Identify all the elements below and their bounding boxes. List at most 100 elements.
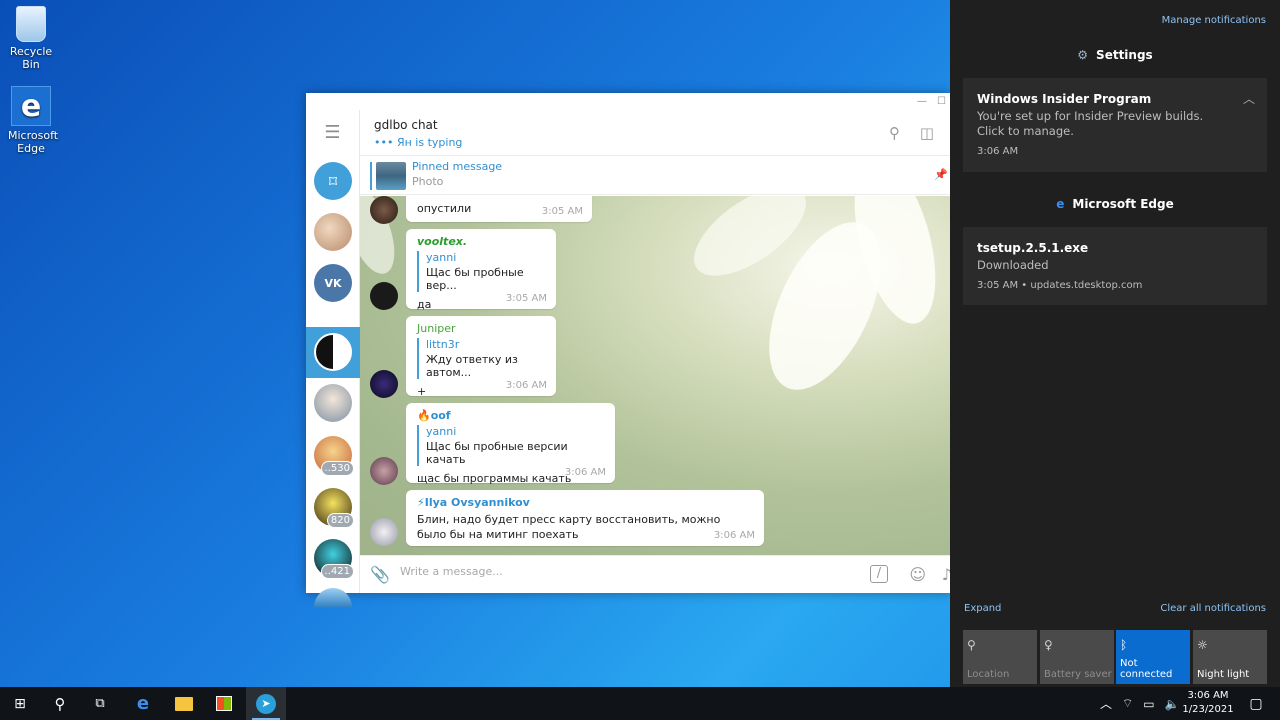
desktop-icon-recycle-bin[interactable]: Recycle Bin	[0, 6, 62, 71]
hamburger-menu-icon[interactable]: ☰	[306, 110, 359, 154]
notification-card[interactable]: Windows Insider Program You're set up fo…	[963, 78, 1267, 172]
saved-messages-avatar[interactable]: ⌑	[314, 162, 352, 200]
store-bag-icon	[216, 696, 232, 711]
desktop-icon-microsoft-edge[interactable]: e Microsoft Edge	[0, 86, 62, 155]
sender-avatar[interactable]	[370, 196, 398, 224]
chat-title: gdlbo chat	[374, 118, 438, 132]
chat-avatar[interactable]	[314, 588, 352, 608]
chat-avatar[interactable]	[314, 384, 352, 422]
reply-quote[interactable]: yanni Щас бы пробные вер...	[417, 251, 545, 292]
taskbar-edge[interactable]: e	[123, 687, 163, 720]
notification-group-edge[interactable]: e Microsoft Edge	[950, 197, 1280, 211]
chat-avatar[interactable]: 820	[314, 488, 354, 528]
notification-time: 3:06 AM	[977, 146, 1019, 157]
notification-group-settings[interactable]: ⚙ Settings	[950, 48, 1280, 62]
quick-action-location[interactable]: ⚲ Location	[963, 630, 1037, 684]
search-icon: ⚲	[54, 694, 66, 713]
maximize-icon[interactable]: ☐	[937, 96, 946, 107]
quick-action-night-light[interactable]: ☼ Night light	[1193, 630, 1267, 684]
show-hidden-icons-chevron-icon[interactable]: ︿	[1100, 695, 1112, 712]
reply-author: littn3r	[426, 338, 460, 351]
taskbar-telegram[interactable]: ➤	[246, 687, 286, 720]
sender-avatar[interactable]	[370, 457, 398, 485]
sender-avatar[interactable]	[370, 282, 398, 310]
reply-quote[interactable]: yanni Щас бы пробные версии качать	[417, 425, 604, 466]
quick-action-bluetooth[interactable]: ᛒ Not connected	[1116, 630, 1190, 684]
message-bubble[interactable]: 🔥oof yanni Щас бы пробные версии качать …	[406, 403, 615, 485]
emoji-icon[interactable]: ☺	[909, 565, 926, 584]
clock-time: 3:06 AM	[1187, 690, 1229, 701]
commands-icon[interactable]: /	[870, 565, 888, 583]
message-time: 3:05 AM	[505, 293, 547, 304]
clear-all-notifications-link[interactable]: Clear all notifications	[1160, 603, 1266, 614]
message-bubble[interactable]: vooltex. yanni Щас бы пробные вер... да …	[406, 229, 556, 311]
taskbar-store[interactable]	[204, 687, 244, 720]
manage-notifications-link[interactable]: Manage notifications	[1162, 15, 1266, 26]
bookmark-icon: ⌑	[328, 171, 338, 191]
window-titlebar: — ☐	[306, 93, 950, 110]
taskbar: ⊞ ⚲ ⧉ e ➤ ︿ ⌔ ▭ 🔈 3:06 AM 1/23/2021 ▢	[0, 687, 1280, 720]
message-sender[interactable]: 🔥oof	[417, 409, 604, 422]
message-bubble[interactable]: опустили 3:05 AM	[406, 196, 592, 222]
notification-card[interactable]: tsetup.2.5.1.exe Downloaded 3:05 AM • up…	[963, 227, 1267, 305]
chat-avatar[interactable]: ..421	[314, 539, 354, 579]
message-bubble[interactable]: ⚡Ilya Ovsyannikov Блин, надо будет пресс…	[406, 490, 764, 546]
system-tray: ︿ ⌔ ▭ 🔈	[1100, 687, 1180, 720]
search-icon[interactable]: ⚲	[889, 124, 900, 142]
action-center-panel: Manage notifications ⚙ Settings Windows I…	[950, 0, 1280, 687]
sidebar-toggle-icon[interactable]: ◫	[920, 124, 934, 142]
pin-icon[interactable]: 📌	[934, 168, 948, 181]
chat-avatar[interactable]: VK	[314, 264, 352, 302]
reply-quote[interactable]: littn3r Жду ответку из автом...	[417, 338, 545, 379]
group-title: Microsoft Edge	[1072, 197, 1174, 211]
volume-icon[interactable]: 🔈	[1165, 697, 1180, 711]
attach-icon[interactable]: 📎	[370, 565, 390, 584]
pinned-message-bar[interactable]: Pinned message Photo 📌	[360, 156, 950, 195]
pinned-accent-bar	[370, 162, 372, 190]
chat-header[interactable]: gdlbo chat ••• Ян is typing ⚲ ◫	[360, 110, 950, 156]
quick-action-label: Not connected	[1120, 658, 1173, 680]
pinned-photo-thumbnail	[376, 162, 406, 190]
chat-avatar[interactable]	[314, 213, 352, 251]
chat-avatar[interactable]: ..530	[314, 436, 354, 476]
folder-icon	[175, 696, 193, 711]
quick-action-battery-saver[interactable]: ♀ Battery saver	[1040, 630, 1114, 684]
sender-avatar[interactable]	[370, 518, 398, 546]
search-button[interactable]: ⚲	[40, 687, 80, 720]
pinned-title: Pinned message	[412, 160, 503, 173]
collapse-chevron-icon[interactable]: ︿	[1243, 90, 1255, 107]
reply-author: yanni	[426, 425, 457, 438]
unread-badge: 820	[326, 513, 354, 528]
message-sender[interactable]: ⚡Ilya Ovsyannikov	[417, 496, 753, 509]
task-view-button[interactable]: ⧉	[80, 687, 120, 720]
message-sender[interactable]: Juniper	[417, 322, 545, 335]
desktop-icon-label: Microsoft Edge	[8, 129, 59, 155]
battery-icon[interactable]: ▭	[1143, 697, 1154, 711]
notification-title: Windows Insider Program	[977, 92, 1152, 106]
message-input[interactable]	[400, 565, 780, 578]
taskbar-clock[interactable]: 3:06 AM 1/23/2021	[1182, 689, 1234, 717]
sender-avatar[interactable]	[370, 370, 398, 398]
chat-avatar-active[interactable]	[314, 333, 352, 371]
start-button[interactable]: ⊞	[0, 687, 40, 720]
task-view-icon: ⧉	[95, 696, 105, 711]
message-text: опустили	[417, 202, 472, 215]
taskbar-file-explorer[interactable]	[164, 687, 204, 720]
notification-source: 3:05 AM • updates.tdesktop.com	[977, 280, 1143, 291]
reply-author: yanni	[426, 251, 457, 264]
chat-list-sidebar: ☰ ⌑ VK ..530 820 ..421	[306, 110, 360, 608]
battery-saver-icon: ♀	[1044, 638, 1053, 652]
message-history[interactable]: опустили 3:05 AM vooltex. yanni Щас бы п…	[360, 196, 950, 555]
unread-badge: ..530	[320, 461, 354, 476]
message-time: 3:06 AM	[505, 380, 547, 391]
message-bubble[interactable]: Juniper littn3r Жду ответку из автом... …	[406, 316, 556, 398]
pinned-subtitle: Photo	[412, 175, 444, 188]
notification-title: tsetup.2.5.1.exe	[977, 241, 1089, 255]
action-center-button[interactable]: ▢	[1236, 687, 1276, 720]
message-sender[interactable]: vooltex.	[417, 235, 545, 248]
network-icon[interactable]: ⌔	[1122, 696, 1133, 711]
desktop-icon-label: Recycle Bin	[9, 45, 53, 71]
message-time: 3:06 AM	[564, 467, 606, 478]
minimize-icon[interactable]: —	[917, 96, 927, 107]
expand-link[interactable]: Expand	[964, 603, 1001, 614]
